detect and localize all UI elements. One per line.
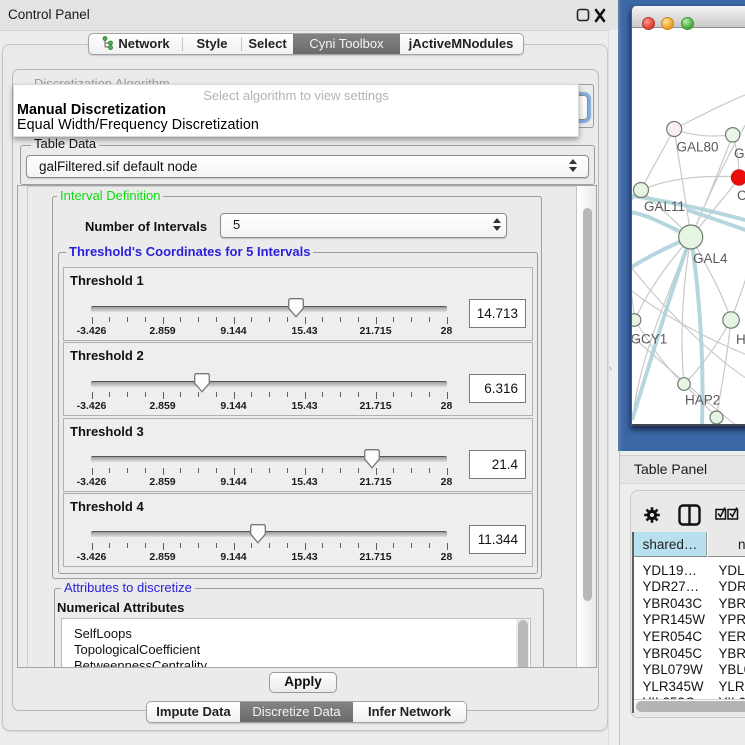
svg-text:GCY1: GCY1 — [632, 332, 667, 347]
svg-text:GAL4: GAL4 — [693, 251, 728, 266]
svg-text:GAL80: GAL80 — [677, 140, 719, 155]
svg-text:GA: GA — [734, 146, 745, 161]
svg-text:HA: HA — [736, 332, 745, 347]
svg-text:GAL11: GAL11 — [644, 199, 685, 214]
svg-text:HAP2: HAP2 — [685, 393, 720, 408]
svg-text:C: C — [737, 188, 745, 203]
